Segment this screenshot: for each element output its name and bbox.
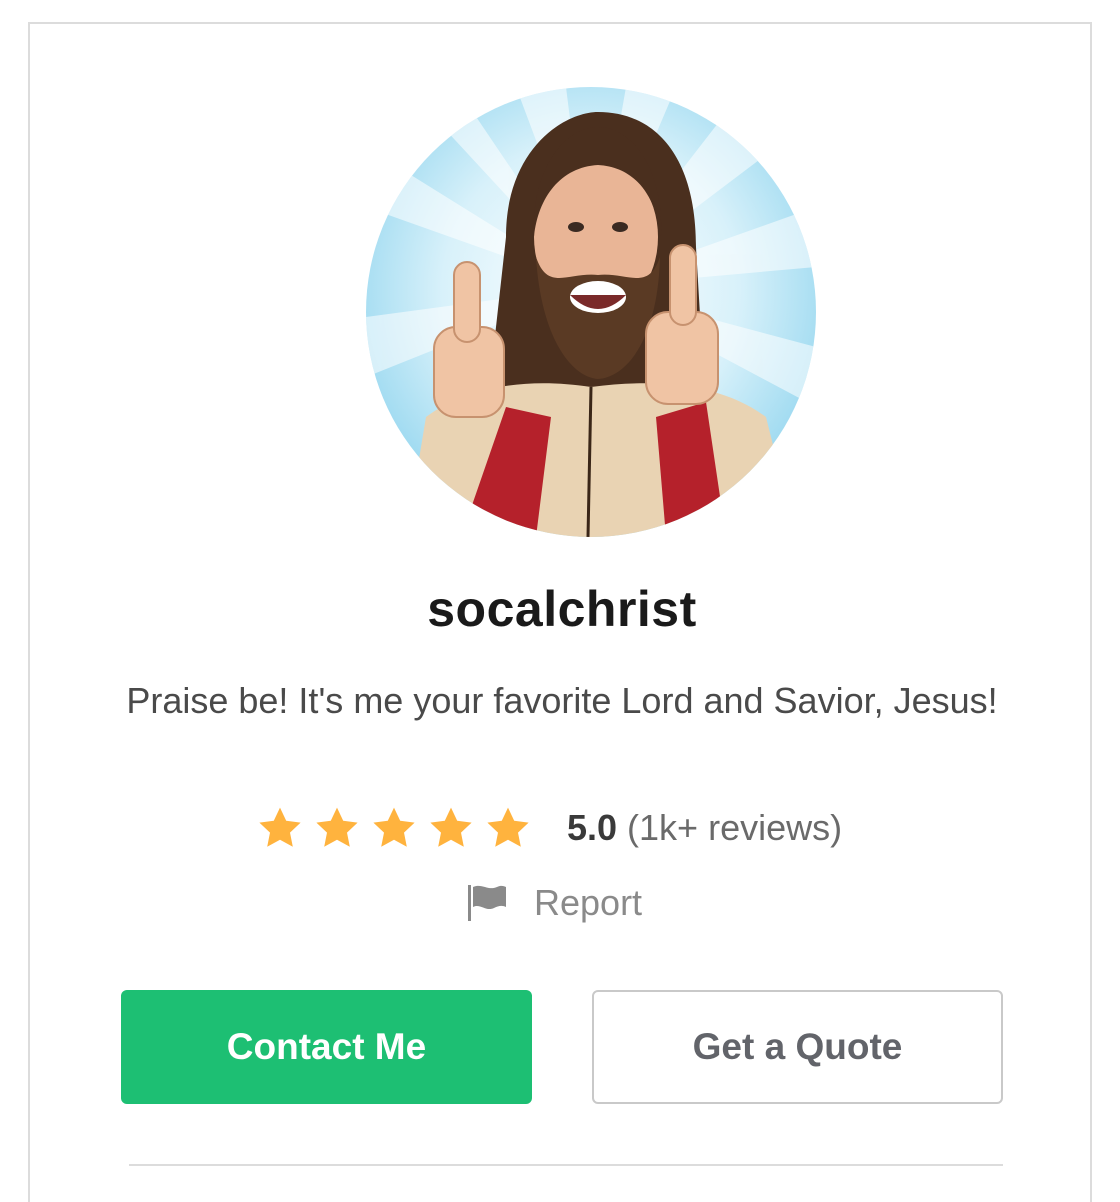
star-icon xyxy=(430,807,472,847)
username: socalchrist xyxy=(427,581,697,637)
star-icon xyxy=(259,807,301,847)
avatar-illustration xyxy=(366,87,816,537)
rating-value: 5.0 xyxy=(567,807,618,848)
star-icon xyxy=(487,807,529,847)
review-count[interactable]: (1k+ reviews) xyxy=(627,807,842,849)
report-button[interactable]: Report xyxy=(466,878,642,928)
seller-profile-card: socalchrist Praise be! It's me your favo… xyxy=(28,22,1092,1202)
profile-tagline: Praise be! It's me your favorite Lord an… xyxy=(126,680,998,721)
contact-me-button[interactable]: Contact Me xyxy=(121,990,532,1104)
report-label: Report xyxy=(534,882,643,923)
star-rating xyxy=(256,804,541,852)
star-icon xyxy=(373,807,415,847)
rating-summary: 5.0 (1k+ reviews) xyxy=(256,800,842,856)
get-a-quote-button[interactable]: Get a Quote xyxy=(592,990,1003,1104)
avatar[interactable] xyxy=(366,87,816,537)
divider xyxy=(129,1164,1003,1166)
flag-icon xyxy=(468,885,506,921)
star-icon xyxy=(316,807,358,847)
